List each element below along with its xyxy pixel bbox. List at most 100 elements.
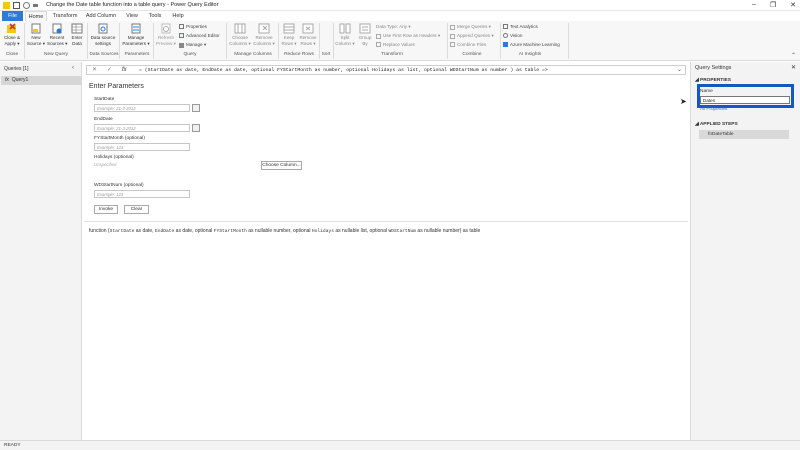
properties-section-header[interactable]: ◢ PROPERTIES	[695, 78, 731, 83]
formula-bar: ✕ ✓ fx = (StartDate as date, EndDate as …	[86, 65, 686, 75]
function-signature: function (StartDate as date, EndDate as …	[89, 228, 480, 234]
merge-queries-label: Merge Queries ▾	[457, 24, 491, 29]
replace-values-button[interactable]: Replace Values	[376, 42, 415, 47]
data-type-dropdown[interactable]: Data Type: Any ▾	[376, 24, 411, 30]
group-by-button[interactable]: Group By	[357, 23, 373, 46]
remove-rows-button[interactable]: Remove Rows ▾	[299, 23, 317, 46]
merge-queries-button[interactable]: Merge Queries ▾	[450, 24, 491, 30]
settings-icon	[98, 23, 108, 34]
tab-transform[interactable]: Transform	[50, 11, 80, 21]
minimize-button[interactable]: –	[752, 1, 756, 9]
fy-start-month-label: FYStartMonth (optional)	[94, 136, 145, 141]
end-date-label: EndDate	[94, 117, 113, 122]
calendar-icon[interactable]	[192, 124, 200, 132]
power-bi-icon[interactable]	[3, 2, 10, 9]
eye-icon	[503, 33, 508, 38]
collapse-queries-button[interactable]: ‹	[72, 65, 74, 71]
group-label-sort: Sort	[321, 52, 331, 57]
manage-button[interactable]: Manage ▾	[179, 42, 206, 48]
enter-data-button[interactable]: Enter Data	[69, 23, 85, 46]
replace-values-label: Replace Values	[383, 42, 415, 47]
manage-parameters-button[interactable]: Manage Parameters ▾	[121, 23, 151, 46]
vision-label: Vision	[510, 33, 523, 38]
choose-columns-label: Choose Columns ▾	[229, 35, 251, 46]
cancel-formula-button[interactable]: ✕	[92, 66, 97, 75]
ribbon-separator	[500, 23, 501, 59]
tab-help[interactable]: Help	[168, 11, 188, 21]
expand-formula-button[interactable]: ⌄	[677, 66, 682, 75]
choose-column-button[interactable]: Choose Column...	[261, 161, 302, 170]
refresh-preview-button[interactable]: Refresh Preview ▾	[156, 23, 176, 46]
sig-part: as nullable number, optional	[246, 228, 312, 234]
tab-file[interactable]: File	[2, 11, 23, 21]
invoke-button[interactable]: Invoke	[94, 205, 118, 214]
choose-columns-icon	[234, 23, 246, 34]
vision-button[interactable]: Vision	[503, 33, 522, 38]
data-source-settings-button[interactable]: Data source settings	[89, 23, 117, 46]
applied-steps-section-header[interactable]: ◢ APPLIED STEPS	[695, 122, 738, 127]
tab-tools[interactable]: Tools	[145, 11, 165, 21]
split-column-button[interactable]: Split Column ▾	[335, 23, 355, 46]
close-apply-button[interactable]: Close & Apply ▾	[2, 23, 22, 46]
properties-icon	[179, 24, 184, 29]
query-item[interactable]: fx Query1	[1, 76, 81, 85]
undo-icon[interactable]	[23, 2, 30, 9]
manage-label: Manage ▾	[186, 42, 207, 47]
start-date-input[interactable]: Example: 21-3-2012	[94, 104, 190, 112]
azure-ml-label: Azure Machine Learning	[510, 42, 560, 47]
recent-sources-button[interactable]: Recent Sources ▾	[47, 23, 67, 46]
advanced-editor-button[interactable]: Advanced Editor	[179, 33, 220, 38]
new-source-button[interactable]: New Source ▾	[26, 23, 46, 46]
sig-param: WDStartNum	[388, 229, 417, 234]
tab-view[interactable]: View	[122, 11, 142, 21]
fx-icon[interactable]: fx	[122, 66, 127, 75]
close-window-button[interactable]: ✕	[790, 1, 796, 9]
sig-part: as date,	[134, 228, 155, 234]
clear-button[interactable]: Clear	[124, 205, 149, 214]
ribbon-separator	[119, 23, 120, 59]
properties-button[interactable]: Properties	[179, 24, 207, 29]
first-row-headers-button[interactable]: Use First Row as Headers ▾	[376, 33, 440, 39]
close-settings-button[interactable]: ✕	[791, 64, 796, 71]
tab-add-column[interactable]: Add Column	[85, 11, 117, 21]
combine-files-button[interactable]: Combine Files	[450, 42, 486, 47]
text-analytics-button[interactable]: Text Analytics	[503, 24, 538, 29]
collapse-ribbon-icon[interactable]: ⌃	[791, 52, 796, 59]
group-label-new-query: New Query	[44, 52, 68, 57]
applied-step-item[interactable]: fnDateTable	[699, 130, 789, 139]
group-by-label: Group By	[358, 35, 372, 46]
commit-formula-button[interactable]: ✓	[107, 66, 112, 75]
azure-ml-button[interactable]: Azure Machine Learning	[503, 42, 560, 47]
ribbon-separator	[153, 23, 154, 59]
keep-rows-icon	[283, 23, 295, 34]
status-bar: READY	[0, 440, 800, 450]
end-date-input[interactable]: Example: 21-3-2012	[94, 124, 190, 132]
wd-start-num-input[interactable]: Example: 123	[94, 190, 190, 198]
parameters-heading: Enter Parameters	[89, 83, 144, 90]
group-label-close: Close	[5, 52, 19, 57]
group-label-parameters: Parameters	[124, 52, 150, 57]
keep-rows-label: Keep Rows ▾	[281, 35, 297, 46]
sig-param: Holidays	[311, 229, 334, 234]
save-icon[interactable]	[13, 2, 20, 9]
query-name-input[interactable]: Dates	[700, 96, 790, 104]
keep-rows-button[interactable]: Keep Rows ▾	[280, 23, 298, 46]
remove-columns-icon	[258, 23, 270, 34]
parameters-icon	[131, 23, 141, 34]
qat-customize-icon[interactable]	[33, 4, 38, 7]
maximize-button[interactable]: ❐	[770, 1, 776, 9]
manage-parameters-label: Manage Parameters ▾	[122, 35, 150, 46]
mouse-cursor-icon: ➤	[680, 97, 687, 106]
ribbon-separator	[333, 23, 334, 59]
formula-text[interactable]: = (StartDate as date, EndDate as date, o…	[139, 66, 548, 75]
all-properties-link[interactable]: All Properties	[700, 106, 727, 111]
group-label-data-sources: Data Sources	[89, 52, 119, 57]
query-settings-title: Query Settings	[695, 65, 732, 71]
append-queries-button[interactable]: Append Queries ▾	[450, 33, 494, 39]
remove-columns-button[interactable]: Remove Columns ▾	[253, 23, 275, 46]
ribbon-separator	[278, 23, 279, 59]
choose-columns-button[interactable]: Choose Columns ▾	[229, 23, 251, 46]
tab-home[interactable]: Home	[25, 11, 47, 21]
calendar-icon[interactable]	[192, 104, 200, 112]
fy-start-month-input[interactable]: Example: 123	[94, 143, 190, 151]
